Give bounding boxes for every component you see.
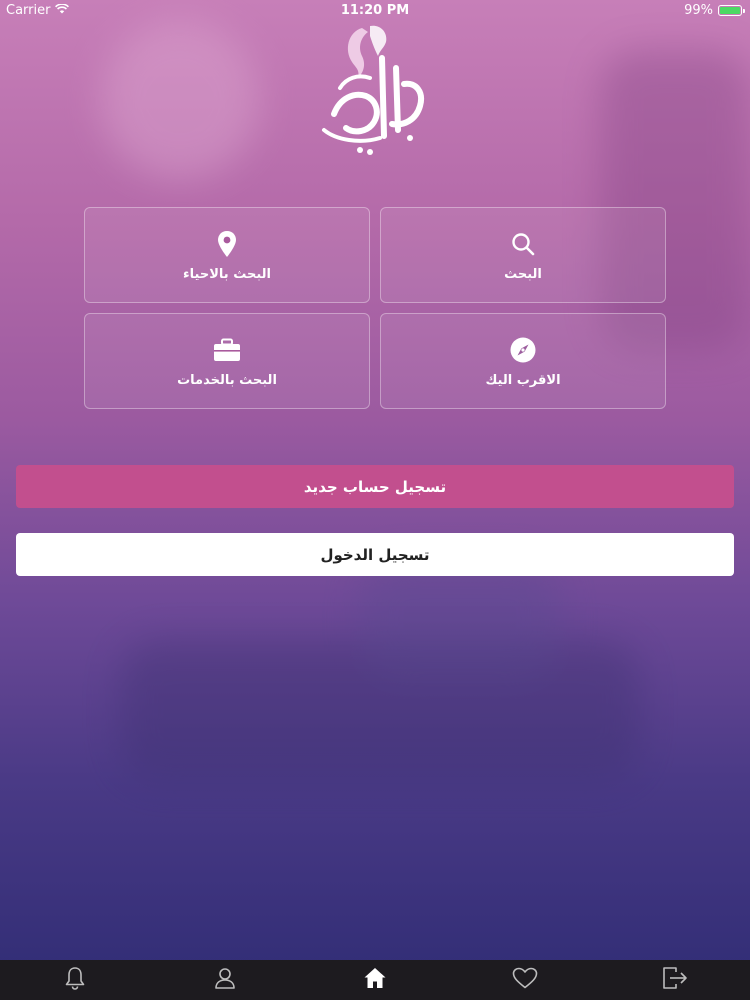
status-right: 99% bbox=[684, 3, 745, 18]
home-icon bbox=[363, 966, 387, 994]
battery-icon bbox=[718, 5, 745, 16]
tile-nearest[interactable]: الاقرب اليك bbox=[380, 313, 666, 409]
tile-search-by-district-label: البحث بالاحياء bbox=[183, 266, 271, 282]
location-pin-icon bbox=[216, 229, 238, 259]
tab-favorites[interactable] bbox=[495, 960, 555, 1000]
register-button[interactable]: تسجيل حساب جديد bbox=[16, 465, 734, 508]
login-button[interactable]: تسجيل الدخول bbox=[16, 533, 734, 576]
tab-profile[interactable] bbox=[195, 960, 255, 1000]
compass-icon bbox=[509, 335, 537, 365]
bell-icon bbox=[64, 966, 86, 994]
tab-logout[interactable] bbox=[645, 960, 705, 1000]
background-blur-shape bbox=[100, 20, 260, 180]
background-blur-shape bbox=[360, 560, 560, 680]
tile-search-label: البحث bbox=[504, 266, 542, 282]
battery-percent: 99% bbox=[684, 3, 713, 18]
tile-search-by-district[interactable]: البحث بالاحياء bbox=[84, 207, 370, 303]
briefcase-icon bbox=[213, 335, 241, 365]
user-icon bbox=[214, 966, 236, 994]
tab-home[interactable] bbox=[345, 960, 405, 1000]
tile-nearest-label: الاقرب اليك bbox=[485, 372, 561, 388]
tile-search-by-services[interactable]: البحث بالخدمات bbox=[84, 313, 370, 409]
heart-icon bbox=[512, 967, 538, 993]
status-time: 11:20 PM bbox=[340, 3, 410, 18]
tile-search[interactable]: البحث bbox=[380, 207, 666, 303]
logout-icon bbox=[662, 966, 688, 994]
tab-bar bbox=[0, 960, 750, 1000]
search-icon bbox=[510, 229, 536, 259]
tile-search-by-services-label: البحث بالخدمات bbox=[177, 372, 277, 388]
battery-fill bbox=[720, 7, 740, 14]
feature-grid: البحث البحث بالاحياء الاقرب اليك البحث ب… bbox=[84, 207, 666, 411]
tab-notifications[interactable] bbox=[45, 960, 105, 1000]
app-logo bbox=[300, 18, 450, 168]
logo-calligraphy bbox=[322, 25, 424, 155]
